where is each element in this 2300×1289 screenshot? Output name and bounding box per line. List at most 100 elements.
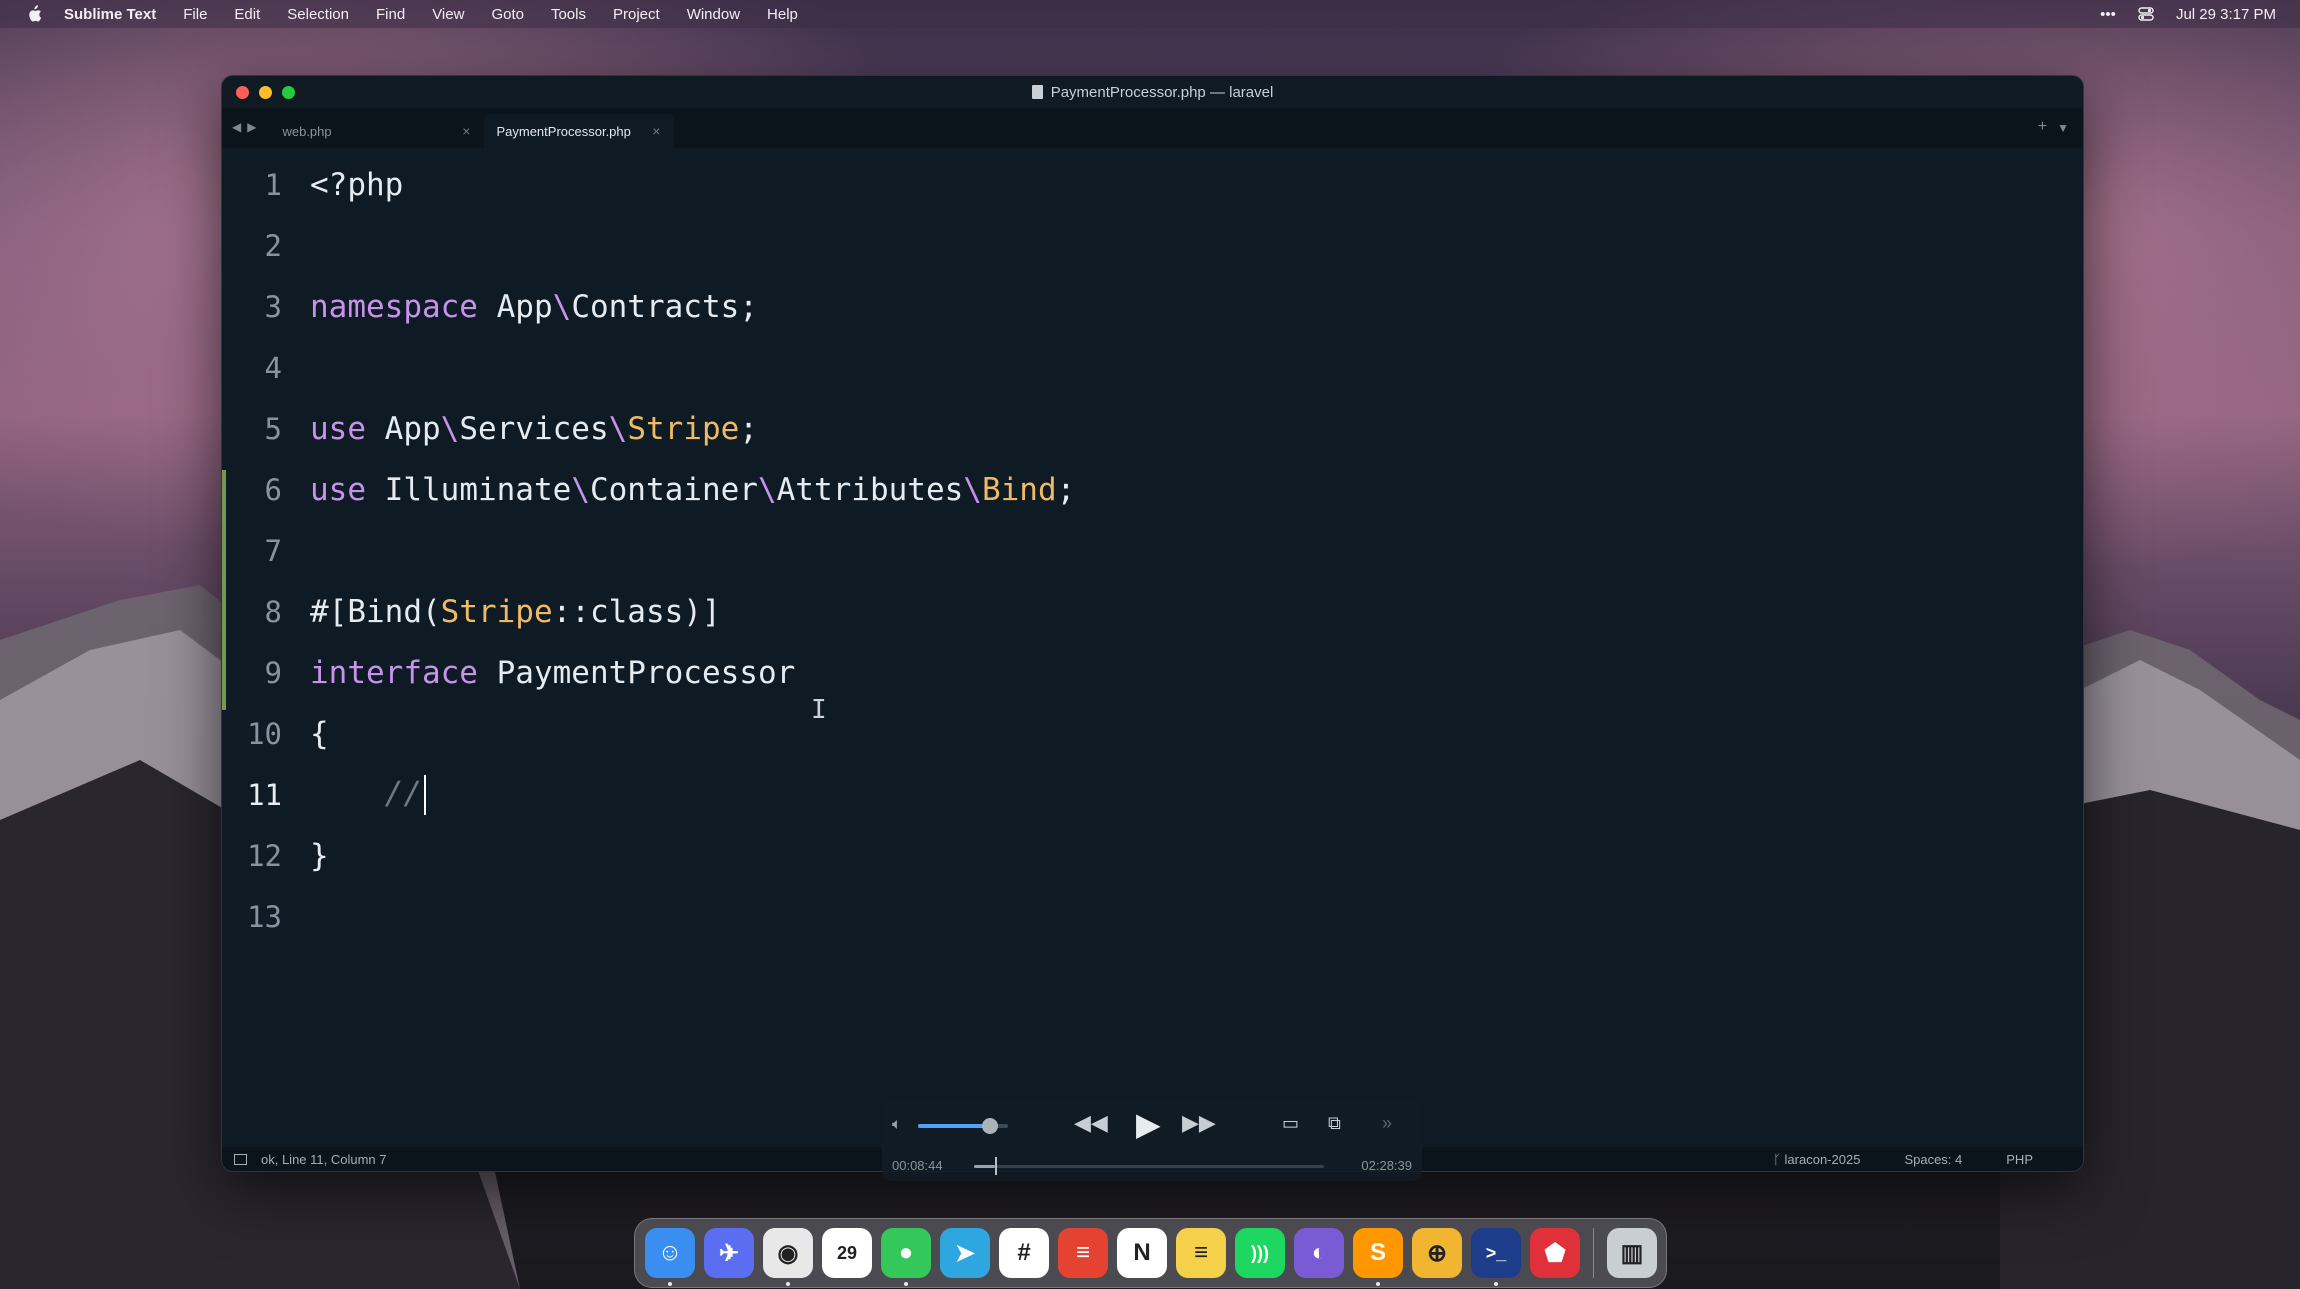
code-text: #[Bind(Stripe::class)] bbox=[310, 594, 721, 630]
tab-list-icon[interactable]: ▼ bbox=[2057, 121, 2069, 136]
spotify-icon[interactable]: ))) bbox=[1235, 1228, 1285, 1278]
fast-forward-icon[interactable]: ▶▶ bbox=[1182, 1110, 1216, 1136]
code-token: // bbox=[310, 775, 422, 811]
more-icon[interactable]: ••• bbox=[2100, 6, 2116, 23]
apple-icon[interactable] bbox=[26, 5, 42, 23]
telegram-icon[interactable]: ➤ bbox=[940, 1228, 990, 1278]
code-editor[interactable]: 1 <?php 2 3 namespace App\Contracts; 4 5 use Ap… bbox=[222, 148, 2083, 1148]
code-text: namespace App\Contracts; bbox=[310, 289, 758, 325]
minimize-window-button[interactable] bbox=[259, 86, 272, 99]
paw-icon[interactable]: ⬟ bbox=[1530, 1228, 1580, 1278]
rewind-icon[interactable]: ◀◀ bbox=[1074, 1110, 1108, 1136]
line-number: 5 bbox=[264, 411, 282, 446]
code-line[interactable]: 13 bbox=[222, 886, 282, 947]
menu-app-name[interactable]: Sublime Text bbox=[64, 6, 156, 23]
running-indicator bbox=[668, 1282, 672, 1286]
code-line[interactable]: 6 use Illuminate\Container\Attributes\Bin… bbox=[222, 459, 1076, 520]
indentation[interactable]: Spaces: 4 bbox=[1904, 1152, 1962, 1167]
volume-slider[interactable] bbox=[982, 1118, 998, 1134]
code-line[interactable]: 7 bbox=[222, 520, 282, 581]
menu-project[interactable]: Project bbox=[613, 6, 660, 23]
code-line[interactable]: 2 bbox=[222, 215, 282, 276]
code-token: ::class)] bbox=[552, 593, 721, 630]
window-controls bbox=[236, 86, 295, 99]
line-number: 7 bbox=[264, 533, 282, 568]
menu-window[interactable]: Window bbox=[687, 6, 740, 23]
code-line[interactable]: 10 { bbox=[222, 703, 329, 764]
line-number: 12 bbox=[247, 838, 282, 873]
menu-goto[interactable]: Goto bbox=[491, 6, 524, 23]
close-window-button[interactable] bbox=[236, 86, 249, 99]
code-line[interactable]: 9 interface PaymentProcessor bbox=[222, 642, 796, 703]
chrome-icon[interactable]: ◉ bbox=[763, 1228, 813, 1286]
menu-selection[interactable]: Selection bbox=[287, 6, 349, 23]
play-icon[interactable]: ▶ bbox=[1136, 1105, 1161, 1143]
line-number: 8 bbox=[264, 594, 282, 629]
code-token: namespace bbox=[310, 288, 478, 325]
code-token: Bind bbox=[981, 471, 1057, 508]
code-token: App bbox=[366, 410, 441, 447]
duration: 02:28:39 bbox=[1361, 1158, 1412, 1173]
zoom-window-button[interactable] bbox=[282, 86, 295, 99]
code-line[interactable]: 1 <?php bbox=[222, 154, 404, 215]
menu-find[interactable]: Find bbox=[376, 6, 405, 23]
control-center-icon[interactable] bbox=[2138, 7, 2154, 21]
file-icon bbox=[1031, 85, 1043, 99]
current-time: 00:08:44 bbox=[892, 1158, 943, 1173]
finder-icon[interactable]: ☺ bbox=[645, 1228, 695, 1286]
progress-handle[interactable] bbox=[994, 1157, 997, 1175]
code-line[interactable]: 12} bbox=[222, 825, 329, 886]
code-line[interactable]: 11 // bbox=[222, 764, 426, 825]
menu-tools[interactable]: Tools bbox=[551, 6, 586, 23]
sublime-icon[interactable]: S bbox=[1353, 1228, 1403, 1286]
picture-in-picture-icon[interactable]: ⧉ bbox=[1328, 1113, 1341, 1134]
line-number: 3 bbox=[264, 289, 282, 324]
volume-icon[interactable]: 🔈︎ bbox=[892, 1116, 902, 1134]
code-line[interactable]: 3 namespace App\Contracts; bbox=[222, 276, 758, 337]
line-number: 13 bbox=[247, 899, 282, 934]
code-token: Contracts; bbox=[571, 288, 758, 325]
running-indicator bbox=[1494, 1282, 1498, 1286]
code-token: Stripe bbox=[440, 593, 553, 630]
tableplus-icon[interactable]: ⊕ bbox=[1412, 1228, 1462, 1278]
tab-payment-processor[interactable]: PaymentProcessor.php × bbox=[484, 114, 675, 148]
running-indicator bbox=[904, 1282, 908, 1286]
code-line[interactable]: 8 #[Bind(Stripe::class)] bbox=[222, 581, 721, 642]
progress-track[interactable] bbox=[974, 1165, 1324, 1168]
notes-icon[interactable]: ≡ bbox=[1176, 1228, 1226, 1278]
github-icon[interactable]: ◐ bbox=[1294, 1228, 1344, 1278]
syntax-mode[interactable]: PHP bbox=[2006, 1152, 2033, 1167]
menu-file[interactable]: File bbox=[183, 6, 207, 23]
line-number: 2 bbox=[264, 228, 282, 263]
code-line[interactable]: 4 bbox=[222, 337, 282, 398]
text-caret bbox=[423, 774, 426, 815]
code-token: use bbox=[310, 410, 366, 447]
calendar-icon[interactable]: 29 bbox=[822, 1228, 872, 1278]
sidebar-toggle-icon[interactable] bbox=[234, 1153, 247, 1165]
notion-icon[interactable]: N bbox=[1117, 1228, 1167, 1278]
new-tab-icon[interactable]: + bbox=[2038, 118, 2047, 136]
tab-prev-icon[interactable]: ◀ bbox=[232, 120, 241, 134]
airplay-icon[interactable]: ▭ bbox=[1282, 1113, 1299, 1134]
dock-separator bbox=[1593, 1228, 1594, 1278]
git-branch[interactable]: ᚴ laracon-2025 bbox=[1773, 1152, 1860, 1167]
slack-icon[interactable]: # bbox=[999, 1228, 1049, 1278]
menu-view[interactable]: View bbox=[432, 6, 464, 23]
tab-close-icon[interactable]: × bbox=[652, 123, 660, 139]
todoist-icon[interactable]: ≡ bbox=[1058, 1228, 1108, 1278]
code-token: ; bbox=[1056, 471, 1076, 508]
tab-close-icon[interactable]: × bbox=[462, 123, 470, 139]
menu-help[interactable]: Help bbox=[767, 6, 798, 23]
menu-edit[interactable]: Edit bbox=[234, 6, 260, 23]
messages-icon[interactable]: ● bbox=[881, 1228, 931, 1286]
launchpad-icon[interactable]: ✈ bbox=[704, 1228, 754, 1278]
more-controls-icon[interactable]: » bbox=[1382, 1113, 1392, 1134]
menubar-clock[interactable]: Jul 29 3:17 PM bbox=[2176, 6, 2276, 23]
code-line[interactable]: 5 use App\Services\Stripe; bbox=[222, 398, 758, 459]
code-token: \ bbox=[608, 410, 628, 447]
code-token: Illuminate bbox=[366, 471, 572, 508]
trash-icon[interactable]: ▥ bbox=[1607, 1228, 1657, 1278]
terminal-icon[interactable]: >_ bbox=[1471, 1228, 1521, 1286]
tab-web-php[interactable]: web.php × bbox=[270, 114, 484, 148]
tab-next-icon[interactable]: ▶ bbox=[247, 120, 256, 134]
